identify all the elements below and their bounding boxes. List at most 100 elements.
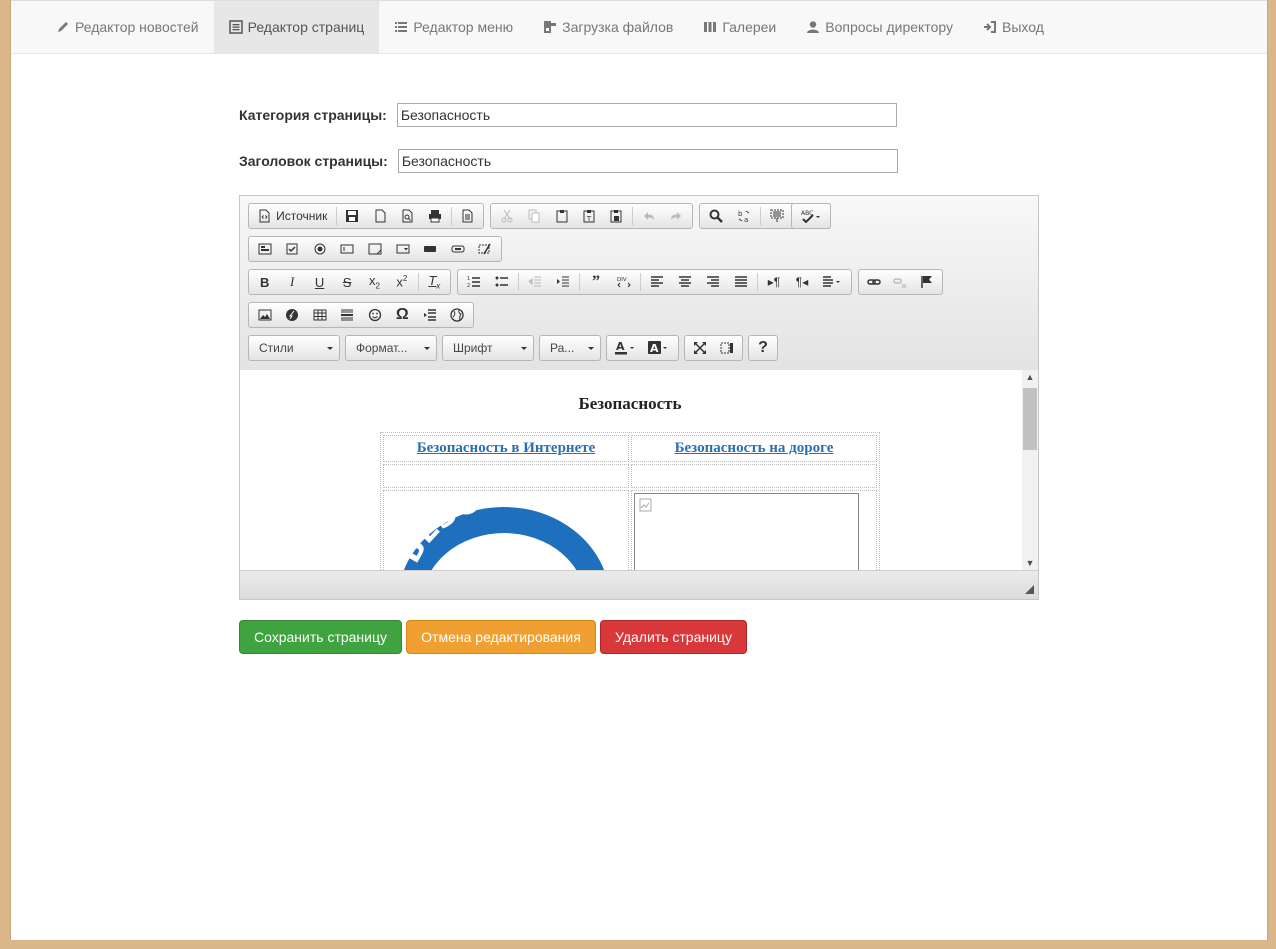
paste-text-button[interactable]: T — [575, 205, 602, 227]
smiley-button[interactable] — [361, 304, 389, 326]
new-page-button[interactable] — [366, 205, 394, 227]
nav-item-label: Редактор новостей — [75, 19, 199, 35]
unlink-icon — [893, 278, 907, 289]
safety-logo-image[interactable]: БЕЗОПАСНЫ — [384, 491, 629, 570]
textfield-button[interactable] — [334, 238, 362, 260]
print-button[interactable] — [421, 205, 449, 227]
save-doc-button[interactable] — [339, 205, 367, 227]
paste-word-icon — [610, 210, 622, 223]
div-button[interactable]: DIV — [610, 271, 638, 293]
resize-grip-icon[interactable] — [1025, 585, 1034, 594]
strike-button[interactable]: S — [333, 271, 360, 293]
unlink-button[interactable] — [887, 271, 913, 293]
align-left-button[interactable] — [643, 271, 671, 293]
scroll-thumb[interactable] — [1023, 388, 1037, 450]
underline-button[interactable]: U — [306, 271, 333, 293]
table-button[interactable] — [306, 304, 334, 326]
image-button-insert[interactable] — [444, 238, 472, 260]
iframe-button[interactable] — [444, 304, 472, 326]
bold-button[interactable]: B — [251, 271, 278, 293]
cut-button[interactable] — [493, 205, 520, 227]
nav-item-file-upload[interactable]: Загрузка файлов — [528, 1, 688, 53]
numbered-list-button[interactable]: 12 — [460, 271, 488, 293]
broken-image-placeholder[interactable] — [634, 493, 859, 570]
undo-button[interactable] — [635, 205, 662, 227]
page-break-button[interactable] — [416, 304, 444, 326]
size-combo[interactable]: Ра... — [539, 335, 601, 361]
format-combo[interactable]: Формат... — [345, 335, 437, 361]
paste-word-button[interactable] — [603, 205, 630, 227]
select-all-button[interactable] — [763, 205, 791, 227]
find-button[interactable] — [702, 205, 730, 227]
redo-icon — [671, 212, 682, 220]
nav-item-galleries[interactable]: Галереи — [688, 1, 791, 53]
save-page-button[interactable]: Сохранить страницу — [239, 620, 402, 654]
table-cell: БЕЗОПАСНЫ — [383, 490, 629, 570]
textarea-icon — [368, 243, 382, 255]
link-button[interactable] — [861, 271, 887, 293]
text-color-button[interactable]: A — [609, 337, 643, 359]
horizontal-rule-button[interactable] — [334, 304, 362, 326]
scroll-up-icon[interactable]: ▲ — [1022, 370, 1038, 384]
blockquote-button[interactable]: ” — [582, 271, 610, 293]
image-button[interactable] — [251, 304, 279, 326]
align-right-button[interactable] — [699, 271, 727, 293]
nav-item-director-questions[interactable]: Вопросы директору — [791, 1, 968, 53]
language-button[interactable] — [816, 271, 848, 293]
checkbox-button[interactable] — [279, 238, 307, 260]
table-cell: Безопасность в Интернете — [383, 435, 629, 462]
special-char-button[interactable]: Ω — [389, 304, 417, 326]
hidden-field-button[interactable] — [472, 238, 500, 260]
replace-button[interactable]: ba — [730, 205, 758, 227]
help-button[interactable]: ? — [751, 337, 775, 359]
paste-button[interactable] — [548, 205, 575, 227]
source-button[interactable]: Источник — [251, 205, 334, 227]
ltr-button[interactable]: ▸¶ — [760, 271, 788, 293]
outdent-button[interactable] — [521, 271, 549, 293]
styles-combo[interactable]: Стили — [248, 335, 340, 361]
category-input[interactable] — [396, 103, 897, 127]
editor-scrollbar[interactable]: ▲ ▼ — [1022, 370, 1038, 570]
align-center-button[interactable] — [671, 271, 699, 293]
nav-item-page-editor[interactable]: Редактор страниц — [213, 1, 380, 53]
font-combo[interactable]: Шрифт — [442, 335, 534, 361]
link-internet-safety[interactable]: Безопасность в Интернете — [417, 440, 596, 457]
scroll-down-icon[interactable]: ▼ — [1022, 556, 1038, 570]
scissors-icon — [501, 209, 513, 223]
redo-button[interactable] — [663, 205, 690, 227]
nav-item-news-editor[interactable]: Редактор новостей — [41, 1, 214, 53]
maximize-button[interactable] — [687, 337, 714, 359]
editor-content[interactable]: Безопасность Безопасность в Интернете Бе… — [240, 370, 1038, 570]
spellcheck-button[interactable]: ABC — [794, 205, 828, 227]
show-blocks-button[interactable] — [714, 337, 741, 359]
radio-button[interactable] — [306, 238, 334, 260]
copy-button[interactable] — [520, 205, 547, 227]
delete-page-button[interactable]: Удалить страницу — [600, 620, 747, 654]
indent-button[interactable] — [549, 271, 577, 293]
templates-button[interactable] — [453, 205, 481, 227]
select-button[interactable] — [389, 238, 417, 260]
editor-toolbar: Источник T b a ABC B I U S x2 x2 Tx 1 2 … — [240, 196, 1038, 371]
cancel-edit-button[interactable]: Отмена редактирования — [406, 620, 596, 654]
remove-format-button[interactable]: Tx — [421, 271, 448, 293]
bg-color-button[interactable]: A — [643, 337, 677, 359]
title-input[interactable] — [397, 149, 898, 173]
nav-item-logout[interactable]: Выход — [968, 1, 1059, 53]
help-icon: ? — [758, 339, 768, 356]
chevron-down-icon — [424, 347, 430, 350]
anchor-button[interactable] — [914, 271, 940, 293]
link-road-safety[interactable]: Безопасность на дороге — [675, 440, 834, 457]
nav-item-menu-editor[interactable]: Редактор меню — [379, 1, 528, 53]
subscript-button[interactable]: x2 — [361, 271, 388, 293]
justify-button[interactable] — [727, 271, 755, 293]
bulleted-list-button[interactable] — [488, 271, 516, 293]
preview-button[interactable] — [394, 205, 422, 227]
italic-button[interactable]: I — [278, 271, 305, 293]
form-button[interactable] — [251, 238, 279, 260]
superscript-button[interactable]: x2 — [388, 271, 415, 293]
button-insert-button[interactable] — [416, 238, 444, 260]
nav-item-label: Выход — [1002, 19, 1044, 35]
flash-button[interactable] — [279, 304, 307, 326]
rtl-button[interactable]: ¶◂ — [788, 271, 816, 293]
textarea-button[interactable] — [361, 238, 389, 260]
